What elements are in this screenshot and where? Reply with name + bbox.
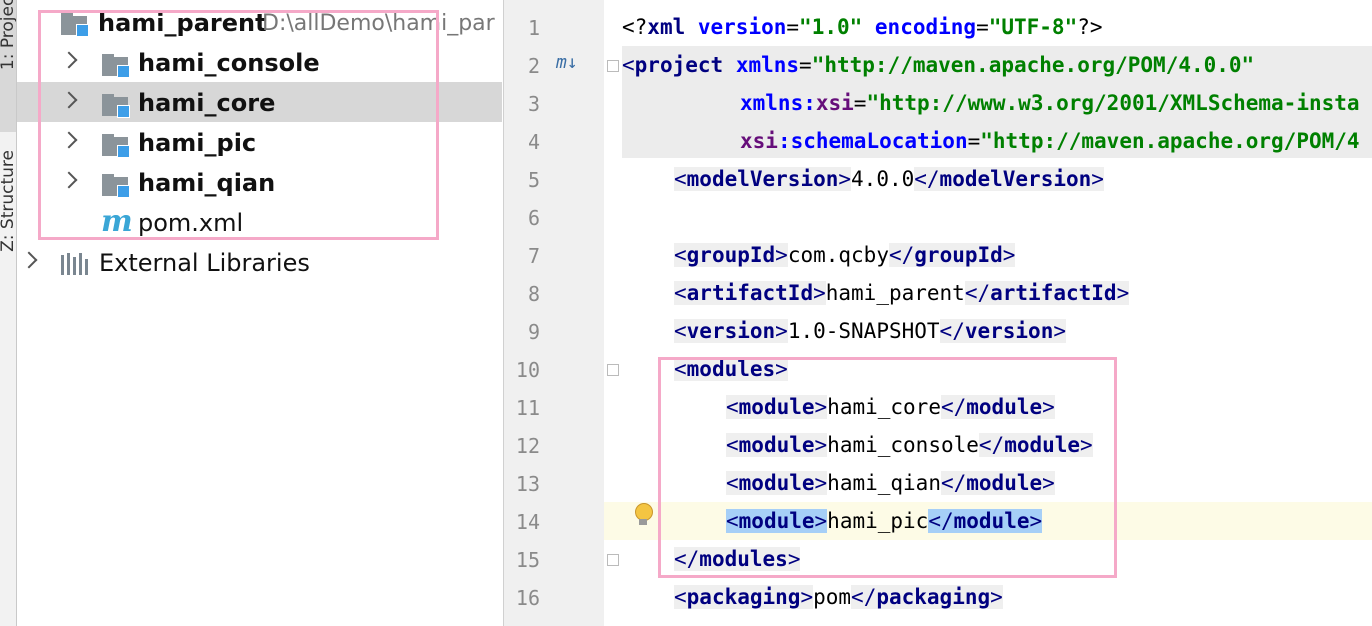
line-number: 2 bbox=[527, 54, 540, 78]
line-number: 9 bbox=[527, 320, 540, 344]
code-token: packaging bbox=[686, 585, 801, 609]
line-number: 4 bbox=[527, 130, 540, 154]
code-token: :schemaLocation bbox=[777, 129, 968, 153]
code-token: modelVersion bbox=[686, 167, 839, 191]
code-token: groupId bbox=[914, 243, 1003, 267]
code-editor[interactable]: 1 2 3 4 5 6 7 8 9 10 11 12 13 14 15 16 m… bbox=[503, 0, 1372, 626]
code-line-2: <project xmlns="http://maven.apache.org/… bbox=[622, 46, 1254, 84]
code-line-1: <?xml version="1.0" encoding="UTF-8"?> bbox=[622, 8, 1103, 46]
code-token: "http://maven.apache.org/POM/4.0.0" bbox=[811, 53, 1255, 77]
code-line-7: <groupId>com.qcby</groupId> bbox=[674, 243, 1016, 267]
line-number: 1 bbox=[527, 16, 540, 40]
project-tree: hami_parent D:\allDemo\hami_par hami_con… bbox=[17, 0, 502, 626]
code-token: "1.0" bbox=[799, 15, 875, 39]
code-token: xsi bbox=[740, 129, 778, 153]
code-token: = bbox=[976, 15, 989, 39]
code-token: encoding bbox=[874, 15, 977, 39]
code-token: xml bbox=[647, 15, 698, 39]
code-token: "UTF-8" bbox=[988, 15, 1078, 39]
fold-marker-icon[interactable] bbox=[607, 60, 619, 72]
code-token: groupId bbox=[686, 243, 776, 267]
tree-item-external-libraries[interactable]: External Libraries bbox=[17, 242, 502, 282]
line-number: 16 bbox=[515, 586, 540, 610]
line-number: 5 bbox=[527, 168, 540, 192]
code-token: "http://maven.apache.org/POM/4 bbox=[980, 129, 1360, 153]
code-token: < bbox=[622, 53, 635, 77]
line-number: 10 bbox=[515, 358, 540, 382]
lightbulb-icon[interactable] bbox=[634, 503, 653, 527]
chevron-right-icon[interactable] bbox=[20, 251, 38, 269]
code-token: version bbox=[686, 319, 776, 343]
structure-tool-label[interactable]: Z: Structure bbox=[0, 150, 16, 252]
code-token: artifactId bbox=[990, 281, 1117, 305]
code-token: modelVersion bbox=[939, 167, 1092, 191]
line-number: 11 bbox=[515, 396, 540, 420]
code-token: packaging bbox=[876, 585, 991, 609]
code-token: version bbox=[697, 15, 787, 39]
code-token: xmlns: bbox=[740, 91, 816, 115]
code-token: = bbox=[799, 53, 812, 77]
code-token: artifactId bbox=[686, 281, 814, 305]
code-token: com.qcby bbox=[787, 243, 889, 267]
code-line-3: xmlns:xsi="http://www.w3.org/2001/XMLSch… bbox=[740, 84, 1360, 122]
code-token: = bbox=[786, 15, 800, 39]
code-token: hami_parent bbox=[825, 281, 965, 305]
line-number: 7 bbox=[527, 244, 540, 268]
line-number: 14 bbox=[515, 510, 540, 534]
code-token: project bbox=[634, 53, 736, 77]
code-token: <? bbox=[622, 15, 648, 39]
code-token: = bbox=[853, 91, 867, 115]
line-number: 13 bbox=[515, 472, 540, 496]
code-line-9: <version>1.0-SNAPSHOT</version> bbox=[674, 319, 1067, 343]
code-line-16: <packaging>pom</packaging> bbox=[674, 585, 1003, 609]
fold-marker-icon[interactable] bbox=[607, 554, 619, 566]
code-token: version bbox=[964, 319, 1054, 343]
code-token: "http://www.w3.org/2001/XMLSchema-insta bbox=[866, 91, 1360, 115]
code-token: xsi bbox=[815, 91, 854, 115]
code-token: 4.0.0 bbox=[851, 167, 915, 191]
tool-window-strip: 1: Project Z: Structure bbox=[0, 0, 17, 626]
line-number: 3 bbox=[527, 92, 540, 116]
code-token: ?> bbox=[1077, 15, 1103, 39]
code-token: = bbox=[967, 129, 981, 153]
code-token: xmlns bbox=[735, 53, 800, 77]
line-number: 15 bbox=[515, 548, 540, 572]
library-icon bbox=[61, 253, 91, 275]
code-token: 1.0-SNAPSHOT bbox=[787, 319, 940, 343]
line-number: 6 bbox=[527, 206, 540, 230]
code-line-8: <artifactId>hami_parent</artifactId> bbox=[674, 281, 1130, 305]
fold-marker-icon[interactable] bbox=[607, 364, 619, 376]
project-tool-label[interactable]: 1: Project bbox=[0, 0, 16, 70]
annotation-box bbox=[38, 10, 439, 240]
code-line-5: <modelVersion>4.0.0</modelVersion> bbox=[674, 167, 1104, 191]
code-line-4: xsi:schemaLocation="http://maven.apache.… bbox=[740, 122, 1360, 160]
line-number: 8 bbox=[527, 282, 540, 306]
maven-gutter-icon[interactable]: m↓ bbox=[556, 52, 578, 73]
line-number: 12 bbox=[515, 434, 540, 458]
external-libraries-label: External Libraries bbox=[99, 249, 310, 277]
annotation-box bbox=[658, 357, 1117, 578]
code-token: pom bbox=[813, 585, 852, 609]
